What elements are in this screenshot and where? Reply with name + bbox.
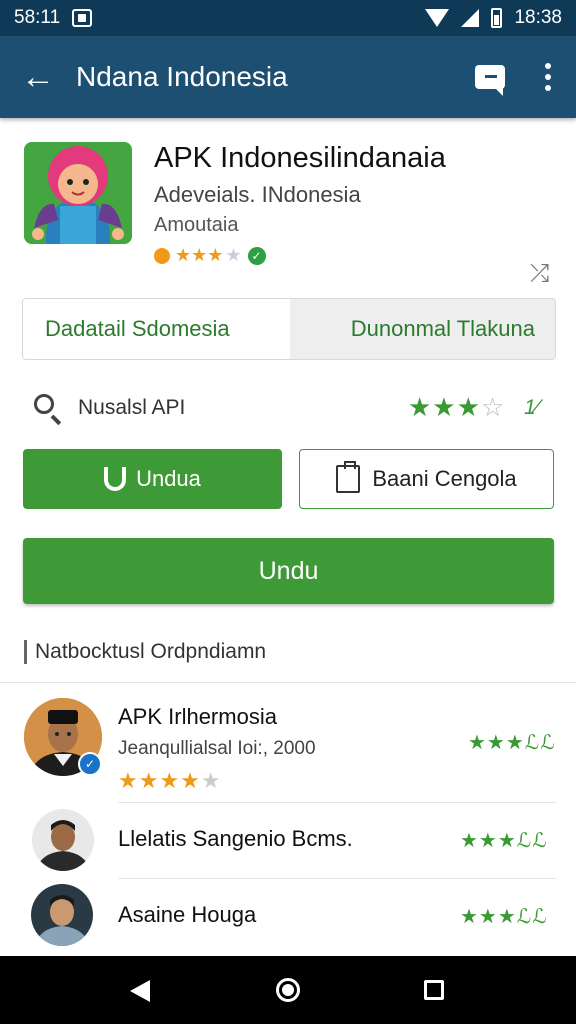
rating-stars: ★★★★ [118,768,201,793]
nav-back-icon[interactable] [130,980,150,1002]
star-empty-icon: ★ [225,245,242,265]
reviewer-name: Asaine Houga [118,902,257,927]
download-button[interactable]: Undu [23,538,554,604]
tab-details[interactable]: Dadatail Sdomesia [23,299,290,359]
mascot-icon [24,142,132,244]
list-item[interactable]: ✓ APK Irlhermosia Jeanqullialsal Ioi:, 2… [0,690,576,803]
system-nav-bar [0,956,576,1024]
page-title: Ndana Indonesia [76,61,288,92]
open-button-label: Baani Cengola [372,466,517,491]
developer-name[interactable]: Adeveials. INdonesia [154,182,361,208]
search-rating: ★★★☆ [408,392,505,423]
more-dot-icon [545,63,551,69]
notification-icon [72,9,93,27]
review-rating: ★★★ℒℒ [468,732,556,754]
more-options-button[interactable] [520,36,576,118]
divider [118,802,556,803]
list-item[interactable]: Llelatis Sangenio Bcms. ★★★ℒℒ [0,806,576,879]
app-icon[interactable] [24,142,132,244]
status-right: 18:38 [425,7,562,29]
verified-badge-icon: ✓ [78,752,102,776]
download-button-label: Undu [258,556,319,585]
verified-icon: ✓ [247,246,266,265]
app-header: APK Indonesilindanaia Adeveials. INdones… [0,120,576,287]
search-icon [34,394,54,414]
person-icon [32,809,94,871]
nav-home-icon[interactable] [276,978,300,1002]
app-category: Amoutaia [154,214,239,236]
app-rating: ★★★ ★ ✓ [154,245,266,266]
star-empty-icon: ☆ [480,392,506,422]
award-icon [154,247,170,264]
rating-stars: ★★★ [175,245,224,265]
arrow-left-icon: ← [21,57,55,96]
share-button[interactable]: ⤮ [530,260,549,288]
status-left: 58:11 [14,7,93,29]
tab-downloads[interactable]: Dunonmal Tlakuna [290,299,555,359]
chat-icon [475,65,505,96]
rating-stars: ★★★ [408,392,481,422]
app-name: APK Indonesilindanaia [154,142,446,174]
share-icon: ⤮ [530,260,550,287]
reviewer-name: Llelatis Sangenio Bcms. [118,826,353,851]
divider [0,682,576,683]
star-empty-icon: ★ [200,768,222,793]
more-dot-icon [545,74,551,80]
review-rating: ★★★ℒℒ [460,830,548,852]
back-button[interactable]: ← [0,36,76,118]
install-button-label: Undua [136,466,201,491]
install-button[interactable]: Undua [23,449,282,509]
list-item[interactable]: Asaine Houga ★★★ℒℒ [0,882,576,954]
search-row[interactable]: Nusalsl API ★★★☆ 1⁄ [0,380,576,438]
status-time-right: 18:38 [514,7,562,28]
avatar [31,884,93,946]
chat-button[interactable] [460,36,520,118]
tab-bar: Dadatail Sdomesia Dunonmal Tlakuna [22,298,556,360]
status-bar: 58:11 18:38 [0,0,576,36]
nav-recents-icon[interactable] [424,980,444,1000]
person-icon [31,884,93,946]
wifi-icon [425,9,450,27]
review-date: Jeanqullialsal Ioi:, 2000 [118,738,316,759]
divider [118,878,556,879]
app-bar: ← Ndana Indonesia [0,36,576,118]
search-label: Nusalsl API [78,396,186,419]
status-time-left: 58:11 [14,7,61,28]
review-rating: ★★★ℒℒ [460,906,548,928]
avatar [32,809,94,871]
clipboard-icon [336,461,361,493]
open-button[interactable]: Baani Cengola [299,449,554,509]
more-dot-icon [545,85,551,91]
version-label: 1⁄ [524,396,540,419]
review-stars: ★★★★★ [118,768,222,794]
section-title: Natbocktusl Ordpndiamn [24,640,266,664]
download-icon [104,467,127,491]
reviewer-name: APK Irlhermosia [118,704,277,729]
signal-icon [461,9,480,27]
battery-icon [491,8,503,28]
